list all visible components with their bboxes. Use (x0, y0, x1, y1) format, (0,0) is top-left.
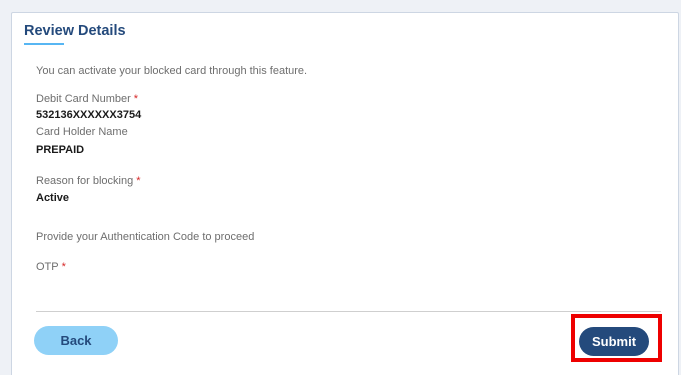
page-title: Review Details (24, 23, 126, 39)
otp-label: OTP * (36, 261, 66, 273)
debit-card-value: 532136XXXXXX3754 (36, 109, 142, 121)
auth-instruction: Provide your Authentication Code to proc… (36, 231, 255, 243)
back-button[interactable]: Back (34, 326, 118, 355)
required-mark: * (133, 93, 139, 105)
otp-label-text: OTP (36, 261, 59, 273)
required-mark: * (136, 175, 141, 187)
debit-card-label-text: Debit Card Number (36, 93, 131, 105)
title-underline (24, 43, 64, 45)
required-mark: * (61, 261, 66, 273)
submit-button[interactable]: Submit (579, 327, 649, 356)
reason-label: Reason for blocking * (36, 175, 141, 187)
card-holder-label: Card Holder Name (36, 126, 128, 138)
card-holder-value: PREPAID (36, 144, 85, 156)
otp-input[interactable] (36, 311, 661, 312)
reason-label-text: Reason for blocking (36, 175, 134, 187)
intro-text: You can activate your blocked card throu… (36, 65, 308, 77)
reason-value: Active (36, 192, 70, 204)
debit-card-label: Debit Card Number * (36, 93, 138, 105)
